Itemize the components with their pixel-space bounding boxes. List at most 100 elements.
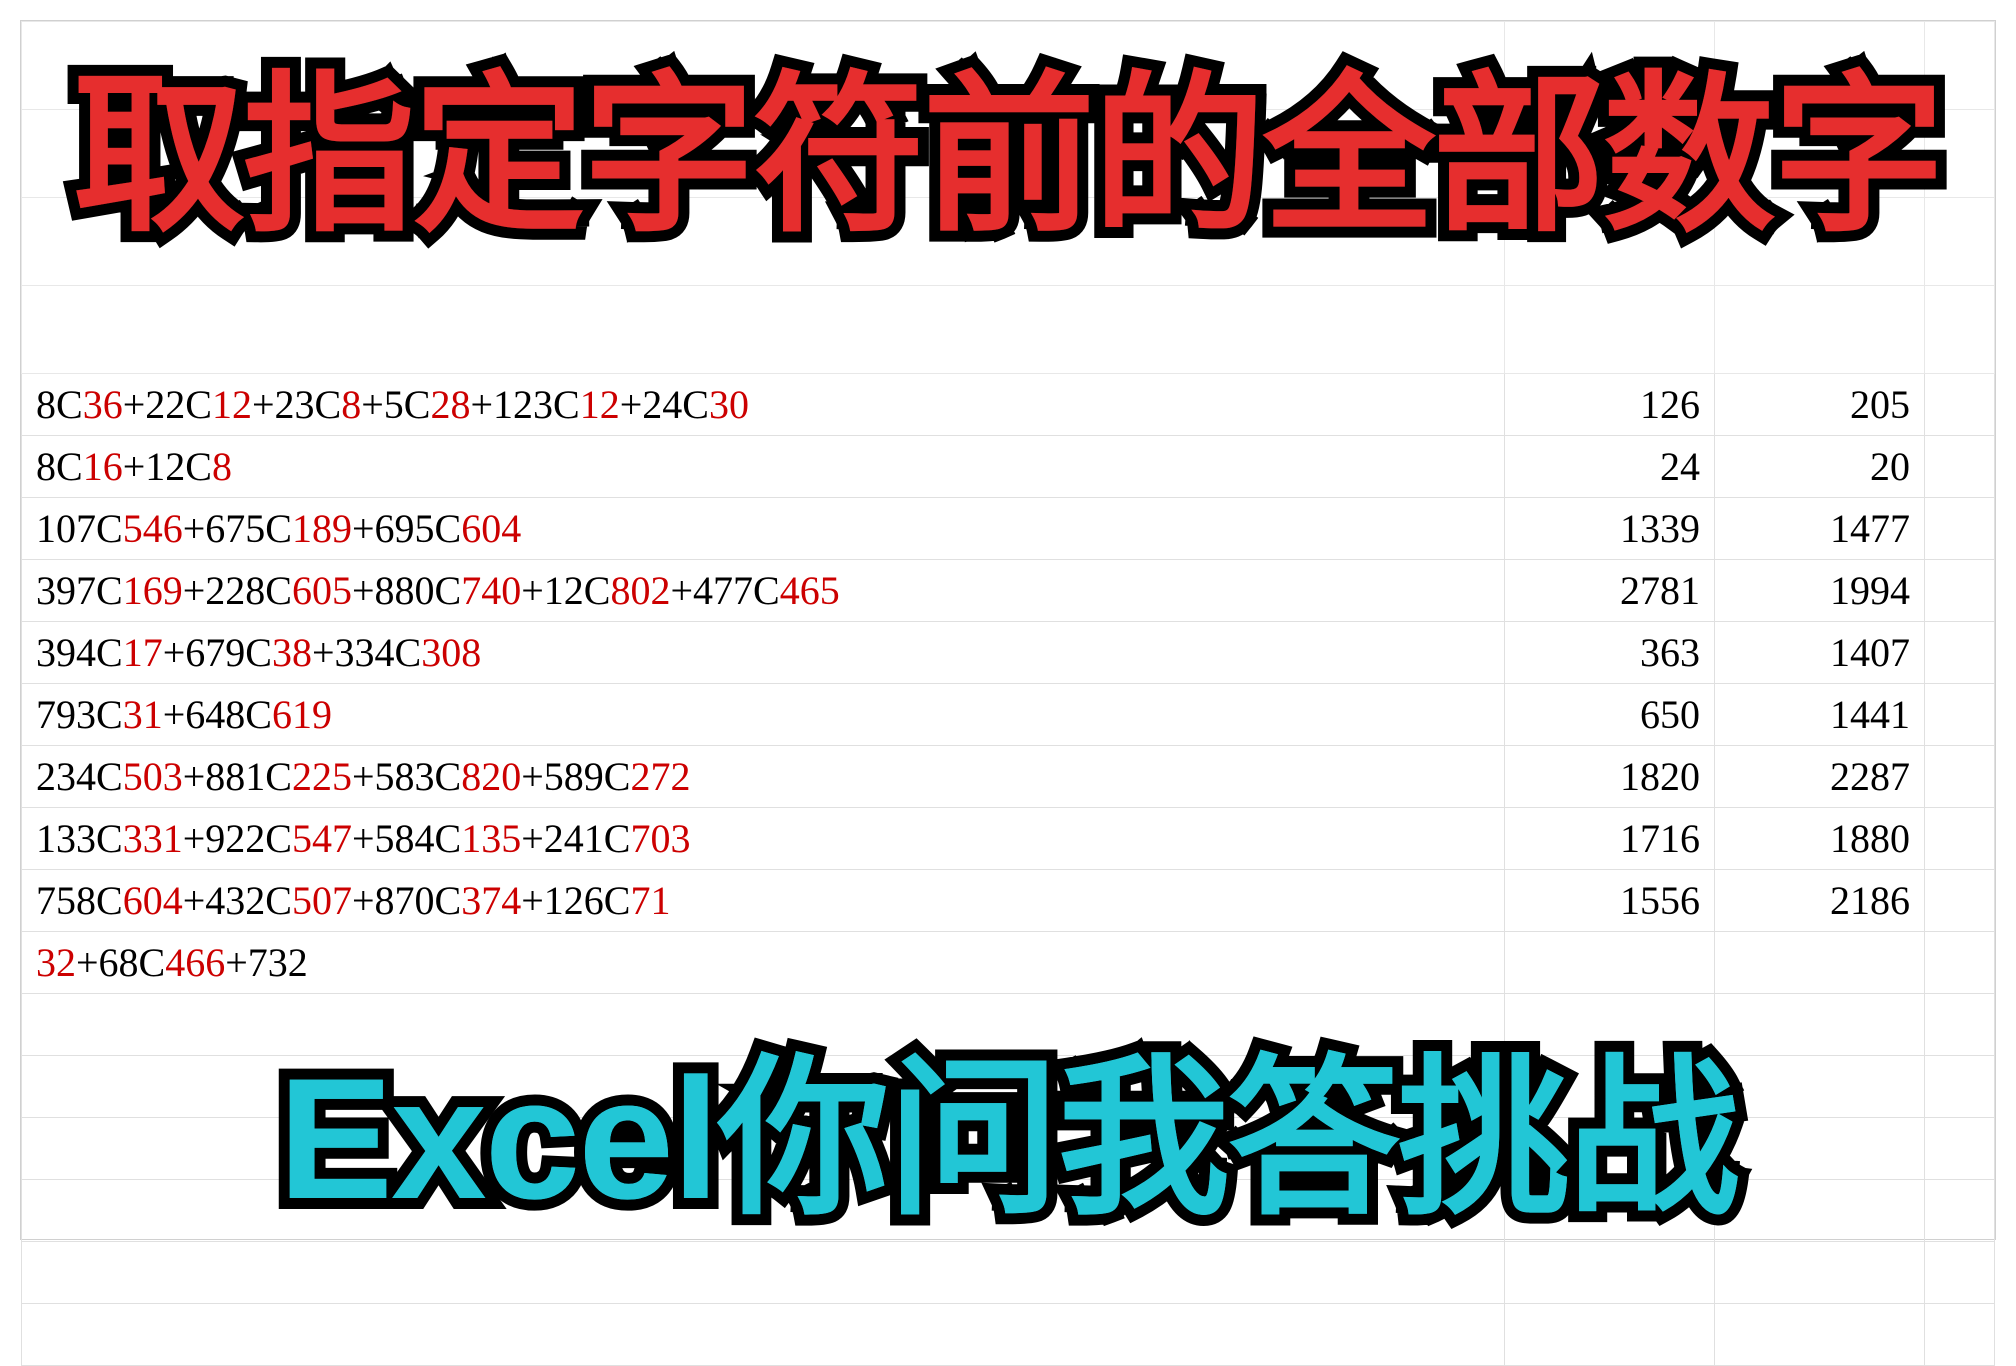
formula-black-segment: 133C	[36, 816, 123, 861]
formula-black-segment: 397C	[36, 568, 123, 613]
result-col-2[interactable]: 1477	[1715, 498, 1925, 560]
formula-black-segment: +732	[225, 940, 308, 985]
trailing-cell[interactable]	[1925, 870, 1995, 932]
formula-red-segment: 135	[461, 816, 521, 861]
result-col-1[interactable]: 126	[1505, 374, 1715, 436]
formula-cell[interactable]: 394C17+679C38+334C308	[22, 622, 1505, 684]
result-col-2[interactable]: 2287	[1715, 746, 1925, 808]
formula-black-segment: +123C	[470, 382, 579, 427]
empty-row	[22, 1304, 1995, 1366]
result-col-2[interactable]: 2186	[1715, 870, 1925, 932]
formula-black-segment: +22C	[123, 382, 212, 427]
formula-cell[interactable]: 758C604+432C507+870C374+126C71	[22, 870, 1505, 932]
result-col-2[interactable]: 1994	[1715, 560, 1925, 622]
formula-red-segment: 30	[709, 382, 749, 427]
formula-black-segment: +675C	[183, 506, 292, 551]
formula-red-segment: 820	[461, 754, 521, 799]
result-col-1[interactable]: 650	[1505, 684, 1715, 746]
result-col-2[interactable]: 1441	[1715, 684, 1925, 746]
table-row: 394C17+679C38+334C3083631407	[22, 622, 1995, 684]
result-col-2[interactable]: 1880	[1715, 808, 1925, 870]
formula-red-segment: 604	[461, 506, 521, 551]
table-row: 107C546+675C189+695C60413391477	[22, 498, 1995, 560]
result-col-1[interactable]	[1505, 932, 1715, 994]
formula-red-segment: 604	[123, 878, 183, 923]
formula-red-segment: 740	[461, 568, 521, 613]
spacer-row	[22, 286, 1995, 374]
result-col-2[interactable]: 1407	[1715, 622, 1925, 684]
table-row: 133C331+922C547+584C135+241C70317161880	[22, 808, 1995, 870]
trailing-cell[interactable]	[1925, 374, 1995, 436]
trailing-cell[interactable]	[1925, 932, 1995, 994]
table-row: 397C169+228C605+880C740+12C802+477C46527…	[22, 560, 1995, 622]
formula-black-segment: 793C	[36, 692, 123, 737]
formula-black-segment: +679C	[163, 630, 272, 675]
formula-red-segment: 331	[123, 816, 183, 861]
formula-red-segment: 8	[341, 382, 361, 427]
formula-cell[interactable]: 133C331+922C547+584C135+241C703	[22, 808, 1505, 870]
formula-black-segment: +922C	[183, 816, 292, 861]
formula-red-segment: 17	[123, 630, 163, 675]
formula-black-segment: +334C	[312, 630, 421, 675]
result-col-2[interactable]	[1715, 932, 1925, 994]
formula-black-segment: +589C	[521, 754, 630, 799]
table-row: 793C31+648C6196501441	[22, 684, 1995, 746]
formula-red-segment: 465	[780, 568, 840, 613]
formula-black-segment: +228C	[183, 568, 292, 613]
formula-black-segment: +12C	[521, 568, 610, 613]
formula-black-segment: 758C	[36, 878, 123, 923]
result-col-2[interactable]: 20	[1715, 436, 1925, 498]
formula-red-segment: 8	[212, 444, 232, 489]
trailing-cell[interactable]	[1925, 808, 1995, 870]
formula-cell[interactable]: 234C503+881C225+583C820+589C272	[22, 746, 1505, 808]
formula-black-segment: +24C	[620, 382, 709, 427]
formula-red-segment: 31	[123, 692, 163, 737]
result-col-1[interactable]: 1820	[1505, 746, 1715, 808]
formula-black-segment: +880C	[352, 568, 461, 613]
formula-red-segment: 16	[83, 444, 123, 489]
trailing-cell[interactable]	[1925, 684, 1995, 746]
formula-black-segment: 8C	[36, 444, 83, 489]
result-col-1[interactable]: 363	[1505, 622, 1715, 684]
formula-cell[interactable]: 397C169+228C605+880C740+12C802+477C465	[22, 560, 1505, 622]
formula-black-segment: +695C	[352, 506, 461, 551]
result-col-1[interactable]: 2781	[1505, 560, 1715, 622]
formula-red-segment: 619	[272, 692, 332, 737]
formula-black-segment: +584C	[352, 816, 461, 861]
formula-red-segment: 547	[292, 816, 352, 861]
formula-red-segment: 12	[580, 382, 620, 427]
formula-black-segment: 234C	[36, 754, 123, 799]
result-col-1[interactable]: 24	[1505, 436, 1715, 498]
table-row: 32+68C466+732	[22, 932, 1995, 994]
result-col-1[interactable]: 1556	[1505, 870, 1715, 932]
result-col-1[interactable]: 1339	[1505, 498, 1715, 560]
formula-black-segment: +68C	[76, 940, 165, 985]
formula-red-segment: 703	[630, 816, 690, 861]
trailing-cell[interactable]	[1925, 498, 1995, 560]
trailing-cell[interactable]	[1925, 436, 1995, 498]
trailing-cell[interactable]	[1925, 560, 1995, 622]
formula-red-segment: 374	[461, 878, 521, 923]
formula-red-segment: 802	[610, 568, 670, 613]
formula-cell[interactable]: 107C546+675C189+695C604	[22, 498, 1505, 560]
formula-black-segment: +881C	[183, 754, 292, 799]
result-col-1[interactable]: 1716	[1505, 808, 1715, 870]
formula-cell[interactable]: 32+68C466+732	[22, 932, 1505, 994]
formula-red-segment: 38	[272, 630, 312, 675]
formula-red-segment: 605	[292, 568, 352, 613]
headline-text-fill: 取指定字符前的全部数字	[73, 66, 1943, 247]
formula-red-segment: 507	[292, 878, 352, 923]
trailing-cell[interactable]	[1925, 746, 1995, 808]
formula-red-segment: 32	[36, 940, 76, 985]
formula-black-segment: 8C	[36, 382, 83, 427]
formula-cell[interactable]: 8C36+22C12+23C8+5C28+123C12+24C30	[22, 374, 1505, 436]
formula-red-segment: 466	[165, 940, 225, 985]
formula-red-segment: 71	[630, 878, 670, 923]
result-col-2[interactable]: 205	[1715, 374, 1925, 436]
formula-red-segment: 36	[83, 382, 123, 427]
table-row: 8C36+22C12+23C8+5C28+123C12+24C30126205	[22, 374, 1995, 436]
trailing-cell[interactable]	[1925, 622, 1995, 684]
formula-cell[interactable]: 8C16+12C8	[22, 436, 1505, 498]
formula-cell[interactable]: 793C31+648C619	[22, 684, 1505, 746]
footer-text-fill: Excel你问我答挑战	[278, 1049, 1737, 1230]
